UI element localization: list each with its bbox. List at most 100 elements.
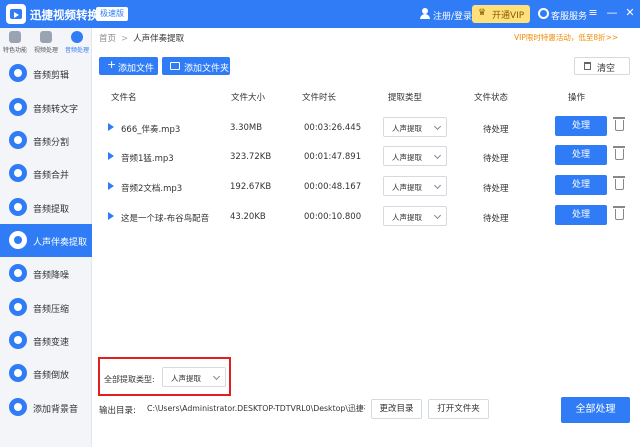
login-link[interactable]: 注册/登录 bbox=[433, 9, 472, 22]
tab-featured[interactable]: 特色功能 bbox=[0, 28, 30, 56]
process-button[interactable]: 处理 bbox=[555, 175, 607, 195]
tab-audio[interactable]: 音频处理 bbox=[62, 28, 92, 56]
star-icon bbox=[9, 31, 21, 43]
crown-icon: ♛ bbox=[478, 8, 487, 18]
sidebar-item-vocal-accompaniment[interactable]: 人声伴奏提取 bbox=[0, 224, 92, 257]
chevron-down-icon bbox=[433, 181, 442, 190]
file-status: 待处理 bbox=[483, 184, 509, 194]
extract-type-select[interactable]: 人声提取 bbox=[383, 176, 447, 196]
tab-video[interactable]: 视频处理 bbox=[31, 28, 61, 56]
bulk-extract-type-select[interactable]: 人声提取 bbox=[162, 367, 226, 387]
delete-icon[interactable] bbox=[613, 176, 625, 190]
sidebar-item-audio-reverse[interactable]: 音频倒放 bbox=[0, 357, 92, 390]
file-name: 音频2文档.mp3 bbox=[121, 184, 183, 194]
play-icon[interactable] bbox=[108, 182, 114, 190]
sidebar-item-audio-extract[interactable]: 音频提取 bbox=[0, 191, 92, 224]
breadcrumb-home[interactable]: 首页 bbox=[99, 34, 116, 44]
col-header-status: 文件状态 bbox=[474, 93, 509, 103]
clear-label: 清空 bbox=[597, 64, 616, 74]
breadcrumb-current: 人声伴奏提取 bbox=[133, 34, 185, 44]
chevron-down-icon bbox=[433, 151, 442, 160]
sidebar-item-audio-speed[interactable]: 音频变速 bbox=[0, 324, 92, 357]
play-icon[interactable] bbox=[108, 212, 114, 220]
sidebar-item-audio-to-text[interactable]: 音频转文字 bbox=[0, 91, 92, 124]
chevron-down-icon bbox=[433, 211, 442, 220]
col-header-type: 提取类型 bbox=[388, 93, 423, 103]
close-icon[interactable]: ✕ bbox=[624, 6, 636, 20]
file-name: 这是一个球-布谷鸟配音 bbox=[121, 214, 210, 224]
extract-type-select[interactable]: 人声提取 bbox=[383, 146, 447, 166]
process-button[interactable]: 处理 bbox=[555, 116, 607, 136]
audio-icon bbox=[71, 31, 83, 43]
sidebar-item-label: 音频变速 bbox=[33, 338, 70, 348]
promo-notice[interactable]: VIP限时特惠活动，低至8折>> bbox=[514, 32, 618, 43]
menu-icon[interactable]: ≡ bbox=[587, 6, 599, 20]
extract-type-value: 人声提取 bbox=[392, 213, 422, 222]
bulk-extract-type-value: 人声提取 bbox=[171, 374, 201, 383]
speed-icon bbox=[9, 331, 27, 349]
tab-video-label: 视频处理 bbox=[33, 47, 58, 54]
sidebar-item-add-bgm[interactable]: 添加背景音 bbox=[0, 391, 92, 424]
output-dir-label: 输出目录: bbox=[99, 406, 136, 416]
add-file-button[interactable]: + 添加文件 bbox=[99, 57, 158, 75]
change-dir-button[interactable]: 更改目录 bbox=[371, 399, 422, 419]
col-header-action: 操作 bbox=[568, 93, 586, 103]
file-duration: 00:01:47.891 bbox=[304, 152, 362, 162]
file-size: 43.20KB bbox=[230, 212, 266, 222]
output-path-field[interactable]: C:\Users\Administrator.DESKTOP-TDTVRL0\D… bbox=[143, 399, 365, 419]
sidebar-item-label: 音频转文字 bbox=[33, 105, 79, 115]
reverse-icon bbox=[9, 364, 27, 382]
sidebar-item-audio-edit[interactable]: 音频剪辑 bbox=[0, 57, 92, 90]
app-logo-icon bbox=[6, 4, 26, 24]
user-icon[interactable] bbox=[420, 8, 430, 19]
extract-type-value: 人声提取 bbox=[392, 183, 422, 192]
extract-type-value: 人声提取 bbox=[392, 153, 422, 162]
file-name: 666_伴奏.mp3 bbox=[121, 125, 181, 135]
add-file-label: 添加文件 bbox=[118, 64, 155, 74]
trash-icon bbox=[584, 62, 591, 70]
extract-type-value: 人声提取 bbox=[392, 124, 422, 133]
breadcrumb: 首页 > 人声伴奏提取 bbox=[99, 32, 184, 44]
minimize-icon[interactable]: — bbox=[606, 6, 618, 20]
process-button[interactable]: 处理 bbox=[555, 145, 607, 165]
extract-type-select[interactable]: 人声提取 bbox=[383, 117, 447, 137]
split-icon bbox=[9, 131, 27, 149]
sidebar-item-label: 音频压缩 bbox=[33, 305, 70, 315]
chevron-down-icon bbox=[212, 372, 221, 381]
table-row: 这是一个球-布谷鸟配音 43.20KB 00:00:10.800 人声提取 待处… bbox=[99, 200, 630, 235]
vip-button[interactable]: ♛ 开通VIP bbox=[472, 5, 530, 23]
file-size: 323.72KB bbox=[230, 152, 272, 162]
process-button[interactable]: 处理 bbox=[555, 205, 607, 225]
edition-badge: 极速版 bbox=[96, 7, 128, 21]
sidebar-item-audio-compress[interactable]: 音频压缩 bbox=[0, 291, 92, 324]
left-nav: 特色功能 视频处理 音频处理 音频剪辑 音频转文字 音频分割 音频合并 音频提取… bbox=[0, 28, 92, 447]
vip-button-label: 开通VIP bbox=[492, 11, 525, 21]
extract-type-select[interactable]: 人声提取 bbox=[383, 206, 447, 226]
customer-service-link[interactable]: 客服服务 bbox=[551, 9, 587, 22]
play-icon[interactable] bbox=[108, 123, 114, 131]
tab-audio-label: 音频处理 bbox=[64, 47, 89, 54]
sidebar-item-noise-reduction[interactable]: 音频降噪 bbox=[0, 257, 92, 290]
file-duration: 00:03:26.445 bbox=[304, 123, 362, 133]
add-folder-button[interactable]: 添加文件夹 bbox=[162, 57, 230, 75]
play-icon[interactable] bbox=[108, 152, 114, 160]
process-all-button[interactable]: 全部处理 bbox=[561, 397, 630, 423]
delete-icon[interactable] bbox=[613, 146, 625, 160]
sidebar-item-audio-split[interactable]: 音频分割 bbox=[0, 124, 92, 157]
clear-button[interactable]: 清空 bbox=[574, 57, 630, 75]
breadcrumb-separator: > bbox=[121, 34, 129, 44]
extract-icon bbox=[9, 198, 27, 216]
sidebar-item-label: 音频降噪 bbox=[33, 271, 70, 281]
file-size: 3.30MB bbox=[230, 123, 263, 133]
compress-icon bbox=[9, 298, 27, 316]
sidebar-item-audio-merge[interactable]: 音频合并 bbox=[0, 157, 92, 190]
file-status: 待处理 bbox=[483, 154, 509, 164]
bulk-extract-type-label: 全部提取类型: bbox=[104, 375, 155, 384]
customer-service-icon[interactable] bbox=[538, 8, 549, 19]
add-folder-label: 添加文件夹 bbox=[184, 64, 230, 74]
bulk-extract-type-highlight: 全部提取类型: 人声提取 bbox=[98, 357, 231, 396]
col-header-duration: 文件时长 bbox=[302, 93, 337, 103]
delete-icon[interactable] bbox=[613, 206, 625, 220]
delete-icon[interactable] bbox=[613, 117, 625, 131]
open-folder-button[interactable]: 打开文件夹 bbox=[428, 399, 489, 419]
